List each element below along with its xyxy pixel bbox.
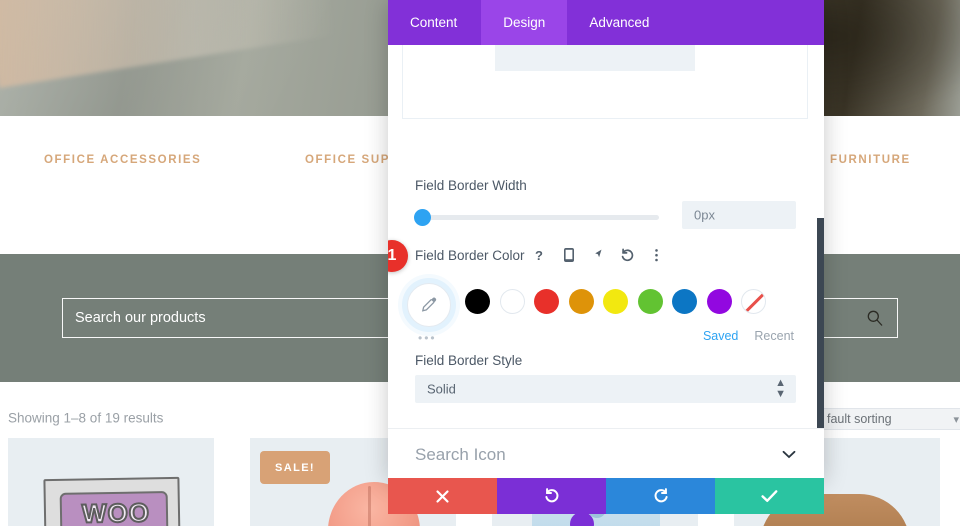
more-options-icon[interactable] — [648, 246, 664, 264]
swatch-white[interactable] — [499, 289, 525, 314]
accordion-search-icon-label: Search Icon — [415, 444, 506, 464]
field-border-style-select[interactable]: Solid ▲ ▼ — [415, 375, 796, 403]
color-swatch-row: ••• Saved Recent — [388, 279, 824, 345]
field-border-width-value: 0px — [694, 207, 715, 223]
sorting-dropdown[interactable]: fault sorting ▾ — [818, 408, 960, 430]
saved-colors-tab[interactable]: Saved — [703, 329, 738, 343]
panel-body: Field Border Width 0px 1 Field Border Co… — [388, 45, 824, 480]
nav-item-office-accessories[interactable]: OFFICE ACCESSORIES — [44, 154, 201, 166]
tab-design[interactable]: Design — [481, 0, 568, 45]
tab-content[interactable]: Content — [388, 0, 481, 45]
screen-root: The Sh OFFICE ACCESSORIES OFFICE SUPPL C… — [0, 0, 960, 526]
chevron-down-icon: ▾ — [953, 414, 959, 426]
previous-setting-input[interactable] — [495, 45, 695, 71]
chevron-down-icon — [782, 450, 796, 459]
field-border-color-label: Field Border Color — [415, 248, 525, 263]
swatch-purple[interactable] — [706, 289, 732, 314]
sale-badge: SALE! — [260, 451, 330, 484]
sorting-value: fault sorting — [827, 412, 892, 426]
swatch-yellow[interactable] — [603, 289, 628, 314]
select-spinner-icon: ▲ ▼ — [775, 377, 786, 400]
field-border-color-icon-row: ? — [532, 246, 664, 264]
redo-button[interactable] — [606, 478, 715, 514]
swatch-blue[interactable] — [672, 289, 697, 314]
woo-poster-art: WOO — [43, 476, 181, 526]
previous-setting-partial — [402, 45, 808, 119]
step-badge: 1 — [388, 240, 408, 272]
magnifier-icon[interactable] — [866, 309, 884, 327]
hover-cursor-icon[interactable] — [590, 246, 606, 264]
field-border-width-slider-handle[interactable] — [414, 209, 431, 226]
module-settings-panel: Content Design Advanced Field Border Wid… — [388, 0, 824, 480]
search-placeholder: Search our products — [75, 310, 206, 326]
field-border-style-label: Field Border Style — [415, 353, 523, 368]
save-button[interactable] — [715, 478, 824, 514]
reset-undo-icon[interactable] — [619, 246, 635, 264]
panel-scrollbar[interactable] — [817, 218, 824, 428]
help-icon[interactable]: ? — [532, 246, 548, 264]
swatch-black[interactable] — [465, 289, 490, 314]
swatch-red[interactable] — [534, 289, 559, 314]
panel-tab-bar: Content Design Advanced — [388, 0, 824, 45]
eyedropper-more-icon[interactable]: ••• — [418, 331, 437, 345]
color-swatches — [465, 289, 766, 314]
swatch-green[interactable] — [637, 289, 663, 314]
accordion-search-icon[interactable]: Search Icon — [388, 428, 824, 480]
tab-advanced[interactable]: Advanced — [567, 0, 671, 45]
swatch-orange[interactable] — [568, 289, 594, 314]
field-border-width-input[interactable]: 0px — [682, 201, 796, 229]
product-card[interactable]: WOO — [8, 438, 214, 526]
eyedropper-icon[interactable] — [407, 283, 451, 327]
undo-button[interactable] — [497, 478, 606, 514]
woo-art-label: WOO — [81, 496, 152, 526]
field-border-width-label: Field Border Width — [415, 178, 527, 193]
swatch-transparent[interactable] — [741, 289, 766, 314]
panel-action-bar — [388, 478, 824, 514]
responsive-mobile-icon[interactable] — [561, 246, 577, 264]
discard-button[interactable] — [388, 478, 497, 514]
field-border-style-value: Solid — [427, 381, 456, 397]
recent-colors-tab[interactable]: Recent — [754, 329, 794, 343]
svg-text:?: ? — [535, 248, 543, 263]
field-border-width-slider[interactable] — [415, 215, 659, 220]
saved-recent-tabs: Saved Recent — [703, 329, 794, 343]
results-count: Showing 1–8 of 19 results — [8, 410, 164, 426]
